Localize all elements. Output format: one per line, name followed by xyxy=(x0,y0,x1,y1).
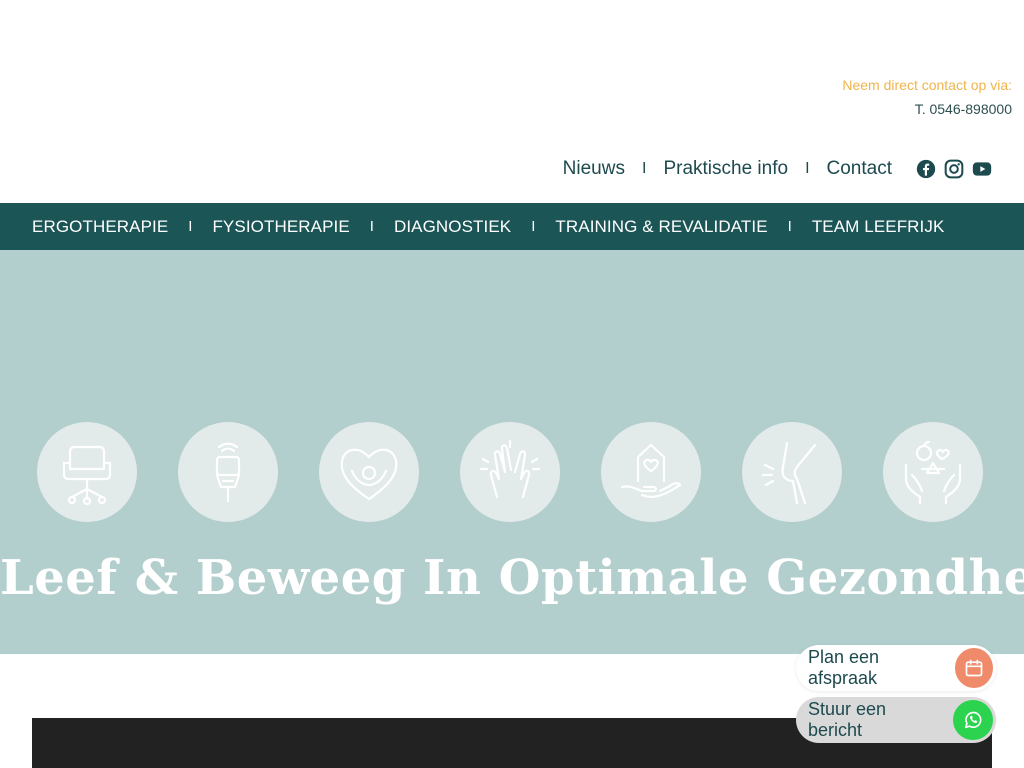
contact-phone[interactable]: T. 0546-898000 xyxy=(842,100,1012,118)
main-nav-training-revalidatie[interactable]: TRAINING & REVALIDATIE xyxy=(555,217,767,237)
main-nav-ergotherapie[interactable]: ERGOTHERAPIE xyxy=(32,217,168,237)
nav-separator: I xyxy=(805,160,810,177)
whatsapp-icon[interactable] xyxy=(953,700,993,740)
main-nav-separator: I xyxy=(188,218,193,235)
high-five-icon xyxy=(460,422,560,522)
contact-label: Neem direct contact op via: xyxy=(842,77,1012,93)
service-icons xyxy=(37,422,983,522)
house-heart-hand-icon xyxy=(601,422,701,522)
knee-joint-icon xyxy=(742,422,842,522)
facebook-icon[interactable] xyxy=(916,159,936,179)
nav-link-contact[interactable]: Contact xyxy=(827,158,892,180)
nav-link-praktische-info[interactable]: Praktische info xyxy=(663,158,788,180)
calendar-icon[interactable] xyxy=(955,648,993,688)
nav-link-nieuws[interactable]: Nieuws xyxy=(563,158,625,180)
heart-hands-icon xyxy=(319,422,419,522)
main-nav-team-leefrijk[interactable]: TEAM LEEFRIJK xyxy=(812,217,945,237)
nav-separator: I xyxy=(641,160,647,177)
send-message-button[interactable]: Stuur een bericht xyxy=(796,697,996,743)
send-message-label: Stuur een bericht xyxy=(808,699,887,740)
main-nav-separator: I xyxy=(787,218,792,235)
office-chair-icon xyxy=(37,422,137,522)
main-nav: ERGOTHERAPIE I FYSIOTHERAPIE I DIAGNOSTI… xyxy=(0,203,1024,250)
social-links xyxy=(916,159,992,179)
main-nav-diagnostiek[interactable]: DIAGNOSTIEK xyxy=(394,217,511,237)
contact-block: Neem direct contact op via: T. 0546-8980… xyxy=(842,76,1012,118)
healthy-food-hands-icon xyxy=(883,422,983,522)
ultrasound-device-icon xyxy=(178,422,278,522)
plan-appointment-label: Plan een afspraak xyxy=(808,647,880,688)
youtube-icon[interactable] xyxy=(972,159,992,179)
hero-banner: Leef & Beweeg In Optimale Gezondheid! xyxy=(0,250,1024,654)
main-nav-separator: I xyxy=(531,218,536,235)
hero-title: Leef & Beweeg In Optimale Gezondheid! xyxy=(0,550,1024,606)
plan-appointment-button[interactable]: Plan een afspraak xyxy=(796,645,996,691)
secondary-nav: Nieuws I Praktische info I Contact xyxy=(563,156,992,182)
instagram-icon[interactable] xyxy=(944,159,964,179)
main-nav-separator: I xyxy=(369,218,374,235)
main-nav-fysiotherapie[interactable]: FYSIOTHERAPIE xyxy=(212,217,349,237)
